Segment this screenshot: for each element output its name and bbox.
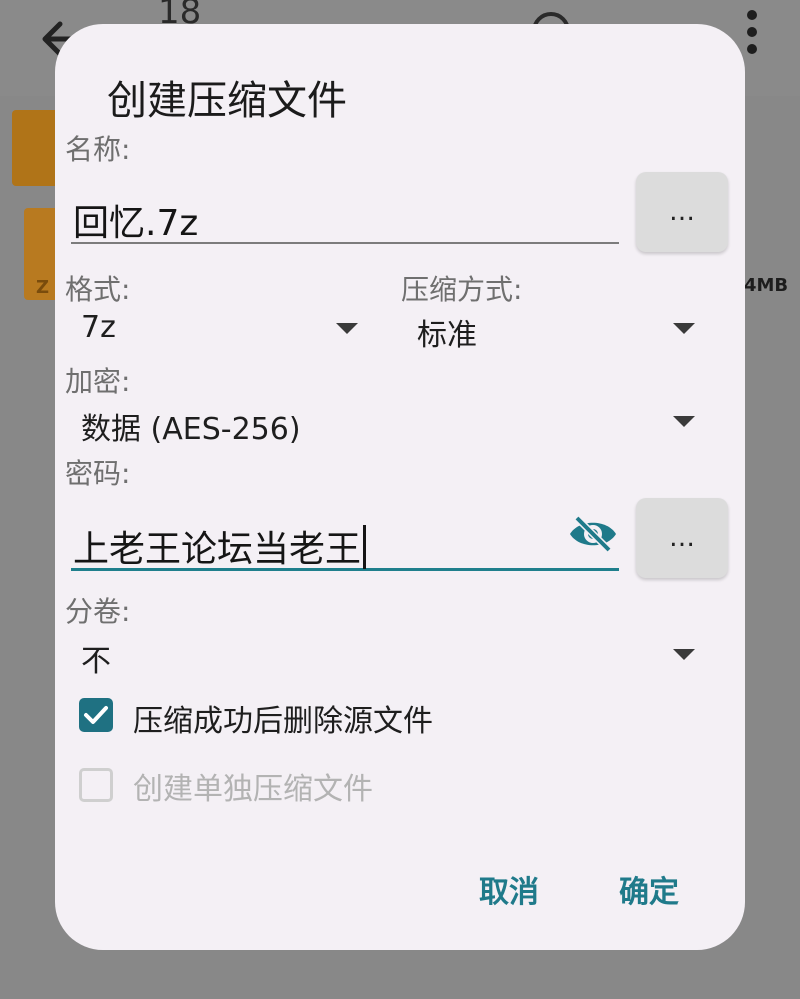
format-dropdown-icon[interactable] bbox=[336, 323, 358, 334]
file-size: 4MB bbox=[744, 275, 789, 296]
delete-source-checkbox[interactable] bbox=[79, 698, 113, 732]
dialog-title: 创建压缩文件 bbox=[107, 78, 347, 124]
split-label: 分卷: bbox=[65, 595, 131, 628]
separate-archives-label: 创建单独压缩文件 bbox=[133, 772, 373, 807]
name-label: 名称: bbox=[65, 133, 131, 166]
compression-label: 压缩方式: bbox=[401, 273, 523, 306]
password-input[interactable]: 上老王论坛当老王 bbox=[71, 508, 619, 571]
visibility-off-icon[interactable] bbox=[567, 514, 619, 554]
encryption-dropdown-icon[interactable] bbox=[673, 416, 695, 427]
cancel-button[interactable]: 取消 bbox=[479, 867, 539, 911]
create-archive-dialog: 创建压缩文件 名称: 回忆.7z 格式: 7z 压缩方式: 标准 加密: 数据 … bbox=[55, 24, 745, 950]
ok-button[interactable]: 确定 bbox=[619, 867, 679, 911]
format-select-value[interactable]: 7z bbox=[81, 310, 116, 345]
name-browse-button[interactable] bbox=[636, 172, 728, 252]
encryption-label: 加密: bbox=[65, 365, 131, 398]
more-menu-icon[interactable] bbox=[745, 10, 759, 60]
name-input-value: 回忆.7z bbox=[73, 203, 199, 244]
password-label: 密码: bbox=[65, 457, 131, 490]
password-generate-button[interactable] bbox=[636, 498, 728, 578]
encryption-select-value[interactable]: 数据 (AES-256) bbox=[81, 404, 301, 448]
split-dropdown-icon[interactable] bbox=[673, 649, 695, 660]
separate-archives-checkbox bbox=[79, 768, 113, 802]
compression-select-value[interactable]: 标准 bbox=[417, 310, 477, 354]
split-select-value[interactable]: 不 bbox=[81, 636, 111, 680]
compression-dropdown-icon[interactable] bbox=[673, 323, 695, 334]
format-label: 格式: bbox=[65, 273, 131, 306]
password-input-value: 上老王论坛当老王 bbox=[73, 520, 367, 572]
name-input[interactable]: 回忆.7z bbox=[71, 182, 619, 244]
delete-source-label[interactable]: 压缩成功后删除源文件 bbox=[133, 696, 433, 740]
